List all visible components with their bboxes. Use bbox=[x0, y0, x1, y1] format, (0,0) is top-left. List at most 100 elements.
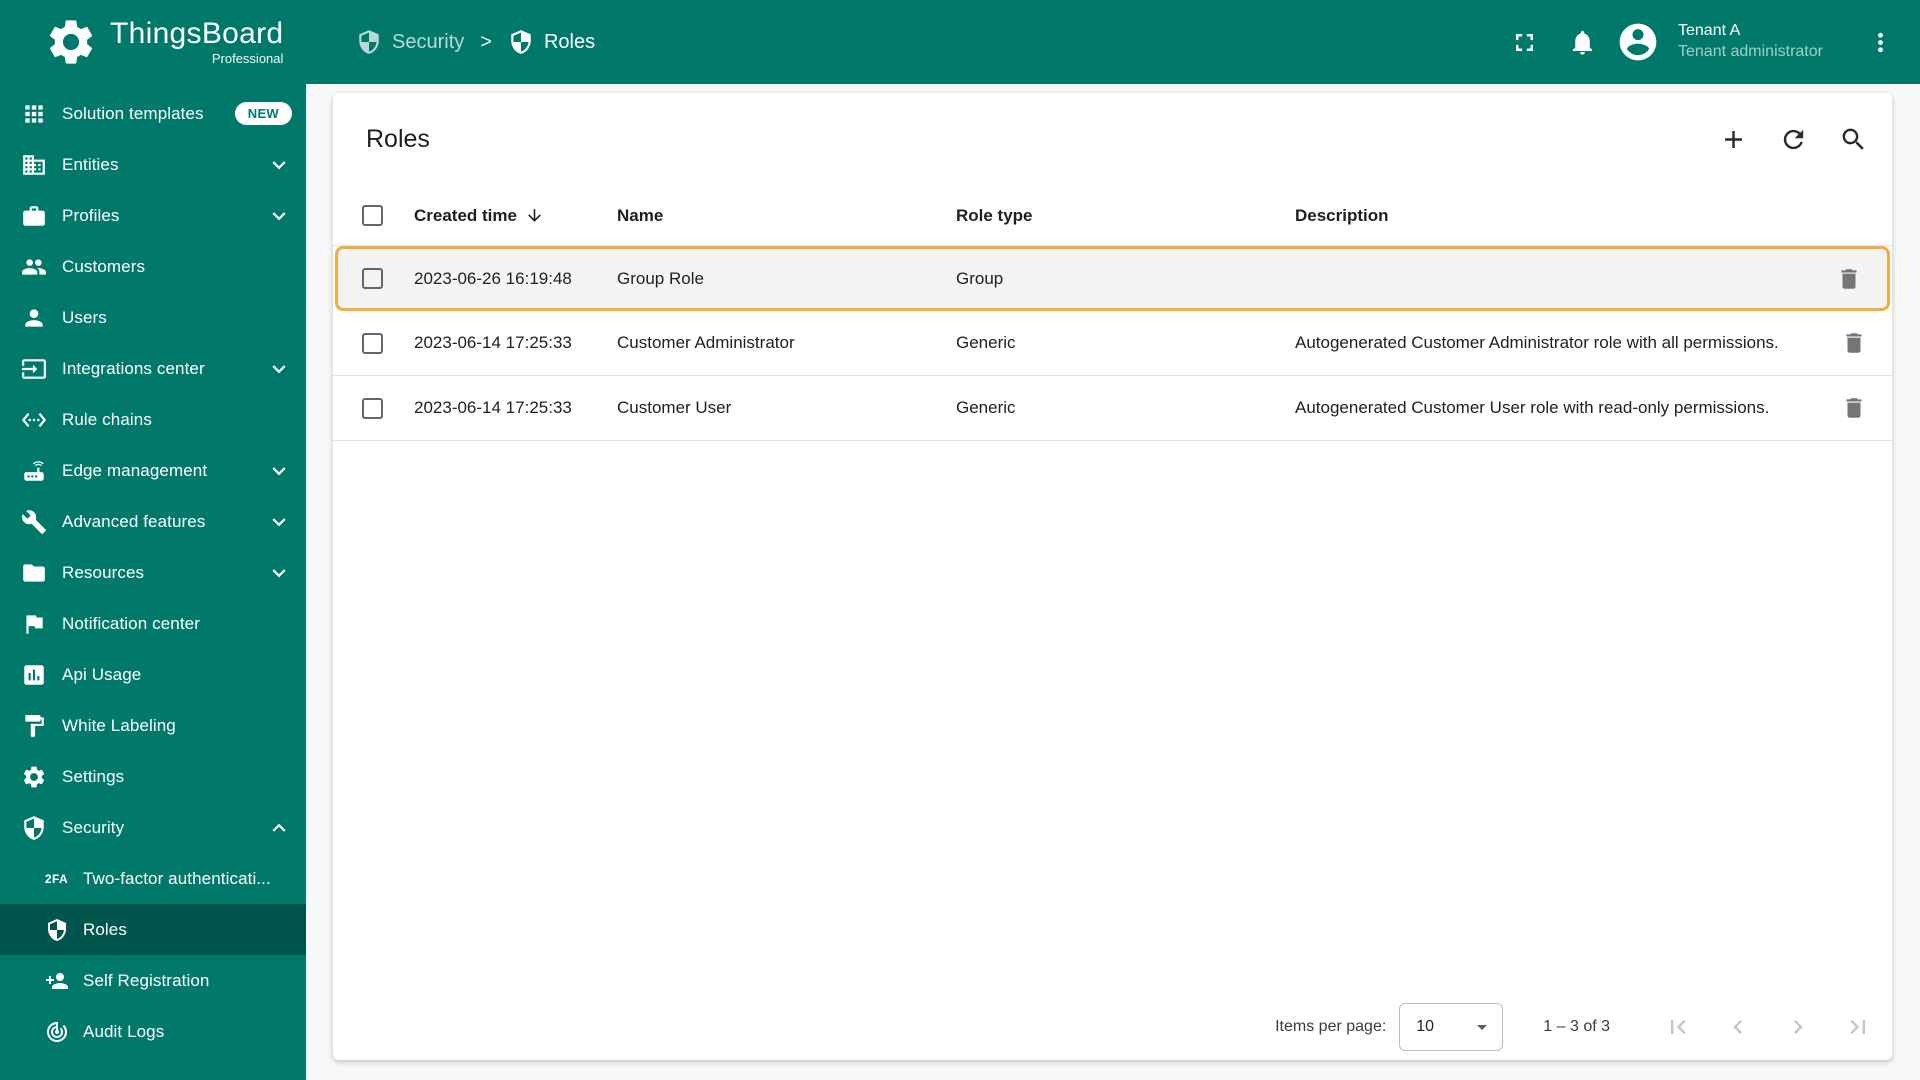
sidebar-item-label: Users bbox=[62, 307, 107, 327]
input-icon bbox=[20, 355, 48, 383]
sidebar-item-rule-chains[interactable]: Rule chains bbox=[0, 394, 306, 445]
shield-icon bbox=[44, 916, 69, 944]
table-row[interactable]: 2023-06-14 17:25:33 Customer User Generi… bbox=[333, 376, 1892, 441]
top-bar: ThingsBoard Professional Security > Role… bbox=[0, 0, 1920, 84]
sidebar-item-label: Integrations center bbox=[62, 358, 205, 378]
person-add-icon bbox=[44, 967, 69, 995]
sidebar-item-label: Self Registration bbox=[83, 970, 210, 990]
wrench-icon bbox=[20, 508, 48, 536]
table-row[interactable]: 2023-06-26 16:19:48 Group Role Group bbox=[335, 246, 1890, 311]
sidebar-item-label: Entities bbox=[62, 154, 119, 174]
trash-icon bbox=[1836, 266, 1862, 292]
cell-created-time: 2023-06-14 17:25:33 bbox=[414, 333, 572, 352]
sidebar-item-settings[interactable]: Settings bbox=[0, 751, 306, 802]
sidebar-item-two-factor-authentication[interactable]: 2FA Two-factor authenticati... bbox=[0, 853, 306, 904]
dropdown-arrow-icon bbox=[1470, 1015, 1494, 1039]
shield-icon bbox=[356, 29, 382, 55]
cell-name: Customer Administrator bbox=[617, 333, 795, 352]
sidebar-item-label: Profiles bbox=[62, 205, 120, 225]
page-title: Roles bbox=[366, 125, 430, 153]
cell-name: Group Role bbox=[617, 268, 704, 288]
sidebar-item-customers[interactable]: Customers bbox=[0, 241, 306, 292]
cell-actions bbox=[1816, 386, 1892, 430]
row-checkbox[interactable] bbox=[362, 332, 383, 354]
delete-role-button[interactable] bbox=[1832, 321, 1876, 365]
chevron-up-icon bbox=[266, 815, 292, 841]
cell-checkbox bbox=[338, 268, 414, 289]
code-brackets-icon bbox=[20, 406, 48, 434]
sidebar-item-entities[interactable]: Entities bbox=[0, 139, 306, 190]
sidebar-item-audit-logs[interactable]: Audit Logs bbox=[0, 1006, 306, 1057]
delete-role-button[interactable] bbox=[1832, 386, 1876, 430]
sidebar-item-security[interactable]: Security bbox=[0, 802, 306, 853]
sidebar-item-self-registration[interactable]: Self Registration bbox=[0, 955, 306, 1006]
table-header-row: Created time Name Role type Description bbox=[333, 186, 1892, 246]
sidebar-item-label: Roles bbox=[83, 919, 127, 939]
last-page-button[interactable] bbox=[1832, 1001, 1884, 1053]
cell-description: Autogenerated Customer User role with re… bbox=[1295, 398, 1770, 417]
sidebar-item-resources[interactable]: Resources bbox=[0, 547, 306, 598]
row-checkbox[interactable] bbox=[362, 268, 383, 289]
header-cell-role-type[interactable]: Role type bbox=[956, 206, 1295, 226]
sidebar-item-label: Security bbox=[62, 817, 125, 837]
breadcrumb-security[interactable]: Security bbox=[356, 29, 464, 55]
sort-desc-arrow-icon[interactable] bbox=[525, 206, 544, 225]
next-page-button[interactable] bbox=[1772, 1001, 1824, 1053]
previous-page-button[interactable] bbox=[1712, 1001, 1764, 1053]
table-row[interactable]: 2023-06-14 17:25:33 Customer Administrat… bbox=[333, 311, 1892, 376]
fullscreen-icon bbox=[1510, 28, 1539, 57]
trash-icon bbox=[1841, 395, 1867, 421]
cell-created-time: 2023-06-26 16:19:48 bbox=[414, 268, 572, 288]
cell-checkbox bbox=[333, 397, 414, 419]
sidebar-item-roles[interactable]: Roles bbox=[0, 904, 306, 955]
header-cell-created-time[interactable]: Created time bbox=[414, 206, 617, 226]
more-vert-icon bbox=[1866, 28, 1895, 57]
chevron-down-icon bbox=[266, 458, 292, 484]
sidebar-item-profiles[interactable]: Profiles bbox=[0, 190, 306, 241]
account-circle-icon[interactable] bbox=[1616, 20, 1660, 64]
page-size-select[interactable]: 10 bbox=[1399, 1003, 1504, 1051]
page-size-value: 10 bbox=[1416, 1018, 1435, 1035]
sidebar-item-label: Customers bbox=[62, 256, 146, 276]
sidebar-item-label: White Labeling bbox=[62, 715, 176, 735]
sidebar-item-edge-management[interactable]: Edge management bbox=[0, 445, 306, 496]
sidebar-item-label: Edge management bbox=[62, 460, 208, 480]
add-role-button[interactable] bbox=[1709, 116, 1757, 164]
sidebar-item-label: Notification center bbox=[62, 613, 200, 633]
breadcrumb-roles[interactable]: Roles bbox=[508, 29, 595, 55]
header-cell-description[interactable]: Description bbox=[1295, 206, 1816, 226]
page-range-label: 1 – 3 of 3 bbox=[1543, 1018, 1610, 1035]
sidebar-item-advanced-features[interactable]: Advanced features bbox=[0, 496, 306, 547]
sidebar-item-integrations-center[interactable]: Integrations center bbox=[0, 343, 306, 394]
shield-icon bbox=[20, 814, 48, 842]
plus-icon bbox=[1719, 125, 1748, 154]
notifications-button[interactable] bbox=[1558, 18, 1606, 66]
app-logo[interactable]: ThingsBoard Professional bbox=[0, 15, 306, 69]
cell-description: Autogenerated Customer Administrator rol… bbox=[1295, 333, 1779, 352]
sidebar-item-white-labeling[interactable]: White Labeling bbox=[0, 700, 306, 751]
bar-chart-icon bbox=[20, 661, 48, 689]
row-checkbox[interactable] bbox=[362, 397, 383, 419]
header-cell-name[interactable]: Name bbox=[617, 206, 956, 226]
sidebar-item-solution-templates[interactable]: Solution templates NEW bbox=[0, 88, 306, 139]
refresh-button[interactable] bbox=[1769, 116, 1817, 164]
first-page-icon bbox=[1664, 1013, 1692, 1041]
cell-role-type: Generic bbox=[956, 333, 1016, 352]
fullscreen-button[interactable] bbox=[1500, 18, 1548, 66]
more-menu-button[interactable] bbox=[1856, 18, 1904, 66]
delete-role-button[interactable] bbox=[1827, 257, 1871, 301]
table-body: 2023-06-26 16:19:48 Group Role Group 202… bbox=[333, 246, 1892, 441]
chevron-down-icon bbox=[266, 152, 292, 178]
search-button[interactable] bbox=[1829, 116, 1877, 164]
shield-icon bbox=[508, 29, 534, 55]
cell-actions bbox=[1816, 321, 1892, 365]
apps-grid-icon bbox=[20, 100, 48, 128]
paint-icon bbox=[20, 712, 48, 740]
sidebar-item-api-usage[interactable]: Api Usage bbox=[0, 649, 306, 700]
toolbar-actions bbox=[1709, 116, 1877, 164]
user-info[interactable]: Tenant A Tenant administrator bbox=[1678, 21, 1838, 63]
sidebar-item-notification-center[interactable]: Notification center bbox=[0, 598, 306, 649]
select-all-checkbox[interactable] bbox=[362, 205, 383, 226]
first-page-button[interactable] bbox=[1652, 1001, 1704, 1053]
sidebar-item-users[interactable]: Users bbox=[0, 292, 306, 343]
